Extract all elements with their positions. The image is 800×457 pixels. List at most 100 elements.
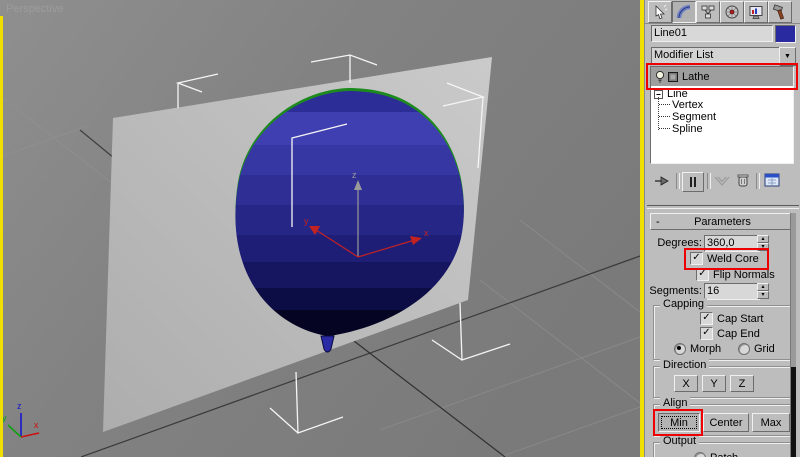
segments-input[interactable]: 16 bbox=[704, 283, 760, 300]
degrees-input[interactable]: 360,0 bbox=[704, 235, 760, 252]
align-center-button[interactable]: Center bbox=[703, 413, 749, 432]
morph-radio[interactable] bbox=[674, 343, 686, 355]
cap-start-checkbox[interactable]: ✓ bbox=[700, 312, 713, 325]
cap-end-row: ✓ Cap End bbox=[700, 327, 760, 340]
degrees-label: Degrees: bbox=[657, 237, 702, 249]
make-unique-button[interactable] bbox=[713, 173, 731, 192]
degrees-spinner[interactable]: ▴ ▾ bbox=[757, 235, 769, 251]
tree-branch-line bbox=[659, 128, 670, 130]
utilities-hammer-icon bbox=[772, 4, 785, 20]
patch-radio[interactable] bbox=[694, 452, 706, 457]
cap-start-row: ✓ Cap Start bbox=[700, 312, 763, 325]
degrees-value: 360,0 bbox=[707, 237, 735, 249]
cap-end-checkbox[interactable]: ✓ bbox=[700, 327, 713, 340]
tab-display[interactable] bbox=[744, 1, 768, 23]
grid-radio[interactable] bbox=[738, 343, 750, 355]
parameters-rollout-header[interactable]: - Parameters bbox=[650, 213, 795, 230]
direction-x-label: X bbox=[682, 377, 690, 390]
object-name-text: Line01 bbox=[654, 27, 688, 39]
panel-scrollbar[interactable] bbox=[790, 213, 796, 457]
spinner-up-icon[interactable]: ▴ bbox=[757, 283, 769, 291]
viewport-label[interactable]: Perspective bbox=[6, 3, 63, 15]
align-min-button[interactable]: Min bbox=[658, 413, 700, 432]
object-color-swatch[interactable] bbox=[775, 25, 796, 43]
stack-item-vertex[interactable]: Vertex bbox=[659, 99, 703, 111]
panel-scrollbar-thumb[interactable] bbox=[791, 367, 796, 457]
tab-modify[interactable] bbox=[672, 1, 696, 23]
3ds-max-window: z x y z y x Perspective Line01 Modifier … bbox=[0, 0, 800, 457]
align-group: Align Min Center Max bbox=[653, 397, 791, 436]
command-panel-tabs bbox=[645, 0, 800, 24]
direction-y-button[interactable]: Y bbox=[702, 375, 726, 392]
show-end-result-icon bbox=[690, 177, 696, 187]
segments-label: Segments: bbox=[649, 285, 702, 297]
output-group-title: Output bbox=[660, 435, 700, 447]
grid-label: Grid bbox=[754, 343, 775, 355]
flip-normals-checkbox[interactable]: ✓ bbox=[696, 268, 709, 281]
toolbar-separator bbox=[756, 173, 760, 189]
gizmo-z-label: z bbox=[352, 170, 357, 180]
flip-normals-label: Flip Normals bbox=[713, 268, 775, 281]
patch-label: Patch bbox=[710, 452, 738, 457]
viewport-canvas: z x y z y x bbox=[0, 0, 644, 457]
stack-item-lathe-label: Lathe bbox=[682, 70, 710, 83]
spinner-down-icon[interactable]: ▾ bbox=[757, 243, 769, 251]
active-viewport-border-left bbox=[0, 16, 3, 457]
tab-hierarchy[interactable] bbox=[696, 1, 720, 23]
pin-stack-icon bbox=[655, 176, 669, 186]
perspective-viewport[interactable]: z x y z y x Perspective bbox=[0, 0, 644, 457]
flip-normals-row: ✓ Flip Normals bbox=[696, 268, 775, 281]
stack-toolbar bbox=[645, 170, 800, 194]
stack-item-segment[interactable]: Segment bbox=[659, 111, 716, 123]
capping-group: Capping ✓ Cap Start ✓ Cap End Morph Grid bbox=[653, 298, 791, 360]
tab-create[interactable] bbox=[648, 1, 672, 23]
tab-motion[interactable] bbox=[720, 1, 744, 23]
direction-x-button[interactable]: X bbox=[674, 375, 698, 392]
modifier-list-dropdown[interactable]: Modifier List bbox=[651, 47, 785, 64]
show-end-result-button[interactable] bbox=[682, 172, 704, 192]
align-group-title: Align bbox=[660, 397, 691, 409]
tree-branch-line bbox=[659, 116, 670, 118]
spinner-up-icon[interactable]: ▴ bbox=[757, 235, 769, 243]
dropdown-arrow-icon: ▼ bbox=[784, 53, 791, 60]
segments-value: 16 bbox=[707, 285, 720, 297]
gizmo-y-label: y bbox=[304, 216, 309, 226]
create-arrow-icon bbox=[655, 4, 668, 20]
segments-spinner[interactable]: ▴ ▾ bbox=[757, 283, 769, 299]
configure-modifier-sets-button[interactable] bbox=[764, 172, 781, 191]
tab-utilities[interactable] bbox=[768, 1, 792, 23]
direction-group: Direction X Y Z bbox=[653, 359, 791, 398]
weld-core-checkbox[interactable]: ✓ bbox=[690, 252, 703, 265]
cap-start-label: Cap Start bbox=[717, 312, 764, 325]
direction-z-button[interactable]: Z bbox=[730, 375, 754, 392]
tripod-z-label: z bbox=[17, 401, 22, 411]
spinner-down-icon[interactable]: ▾ bbox=[757, 291, 769, 299]
rollout-collapse-icon: - bbox=[656, 215, 660, 228]
stack-item-spline-label: Spline bbox=[672, 123, 703, 135]
direction-y-label: Y bbox=[710, 377, 718, 390]
align-max-button[interactable]: Max bbox=[752, 413, 790, 432]
morph-label: Morph bbox=[690, 343, 722, 355]
configure-modifier-sets-icon bbox=[764, 173, 780, 187]
modifier-stack-list: Lathe Line Vertex Segment Spline bbox=[650, 66, 794, 164]
modifier-list-arrow-button[interactable]: ▼ bbox=[779, 47, 796, 66]
modifier-list-label: Modifier List bbox=[654, 49, 714, 61]
gizmo-x-label: x bbox=[424, 228, 429, 238]
stack-item-spline[interactable]: Spline bbox=[659, 123, 703, 135]
cap-end-label: Cap End bbox=[717, 327, 760, 340]
pin-stack-button[interactable] bbox=[653, 173, 673, 192]
direction-group-title: Direction bbox=[660, 359, 710, 371]
hierarchy-icon bbox=[701, 5, 715, 19]
remove-modifier-button[interactable] bbox=[735, 172, 751, 192]
make-unique-icon bbox=[714, 176, 730, 186]
stack-item-vertex-label: Vertex bbox=[672, 99, 704, 111]
align-min-label: Min bbox=[670, 416, 688, 429]
stack-item-lathe[interactable]: Lathe bbox=[651, 67, 793, 86]
lightbulb-icon[interactable] bbox=[654, 70, 666, 84]
command-panel: Line01 Modifier List ▼ Lathe Line Vertex… bbox=[644, 0, 800, 457]
weld-core-label: Weld Core bbox=[707, 252, 759, 265]
align-max-label: Max bbox=[760, 416, 782, 429]
capping-group-title: Capping bbox=[660, 298, 707, 310]
modify-curve-icon bbox=[676, 4, 691, 19]
object-name-field[interactable]: Line01 bbox=[651, 25, 773, 42]
